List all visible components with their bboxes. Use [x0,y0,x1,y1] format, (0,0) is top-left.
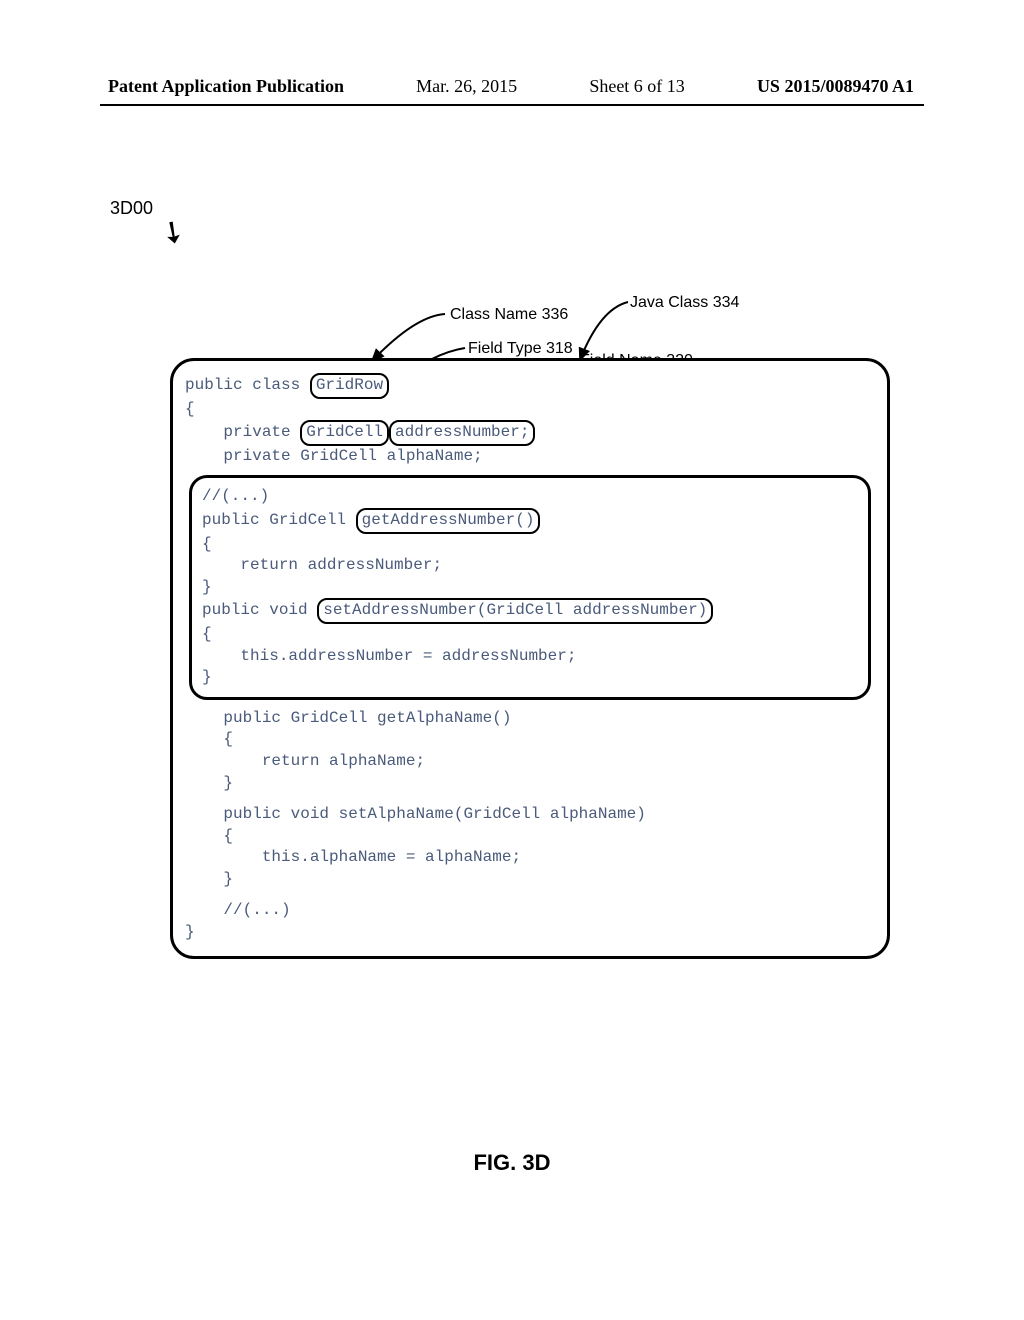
bc2: } [202,578,212,596]
comment1: //(...) [202,486,858,508]
pubno-label: US 2015/0089470 A1 [757,76,914,97]
setter-method: public void setAddressNumber(GridCell ad… [202,598,858,688]
java-class-box: public class GridRow { private GridCella… [170,358,890,959]
brace: { [185,400,195,418]
gret: return addressNumber; [202,556,442,574]
getter-method: public GridCell getAddressNumber() { ret… [202,508,858,598]
field-declarations: private GridCelladdressNumber; private G… [185,420,875,467]
b3: { [202,625,212,643]
header-rule [100,104,924,106]
field-type-callout: Field Type 318 [468,340,573,358]
field-type-text: GridCell [300,420,389,446]
page-header: Patent Application Publication Mar. 26, … [0,76,1024,97]
set-alpha: public void setAlphaName(GridCell alphaN… [185,804,875,890]
field-name-text: addressNumber; [389,420,535,446]
figure-label: FIG. 3D [0,1150,1024,1176]
f2: private GridCell alphaName; [185,447,483,465]
class-name-text: GridRow [310,373,389,399]
getter-name: getAddressNumber() [356,508,541,534]
b2: { [202,535,212,553]
decl-pre: public class [185,376,310,394]
f1pre: private [185,423,300,441]
date-label: Mar. 26, 2015 [416,76,517,97]
gpre: public GridCell [202,511,356,529]
class-declaration: public class GridRow { [185,373,875,420]
class-name-callout: Class Name 336 [450,306,568,324]
sbody: this.addressNumber = addressNumber; [202,647,576,665]
close-brace: } [185,922,875,944]
setter-name: setAddressNumber(GridCell addressNumber) [317,598,713,624]
java-class-callout: Java Class 334 [630,294,739,312]
bc3: } [202,668,212,686]
spre: public void [202,601,317,619]
arrow-icon: ➘ [154,214,192,253]
diagram: Class Name 336 Java Class 334 Field Type… [170,358,890,959]
get-alpha: public GridCell getAlphaName() { return … [185,708,875,794]
sheet-label: Sheet 6 of 13 [589,76,684,97]
reference-number: 3D00 [110,198,153,219]
publication-label: Patent Application Publication [108,76,344,97]
methods-box: //(...) public GridCell getAddressNumber… [189,475,871,699]
comment2: //(...) [185,900,875,922]
